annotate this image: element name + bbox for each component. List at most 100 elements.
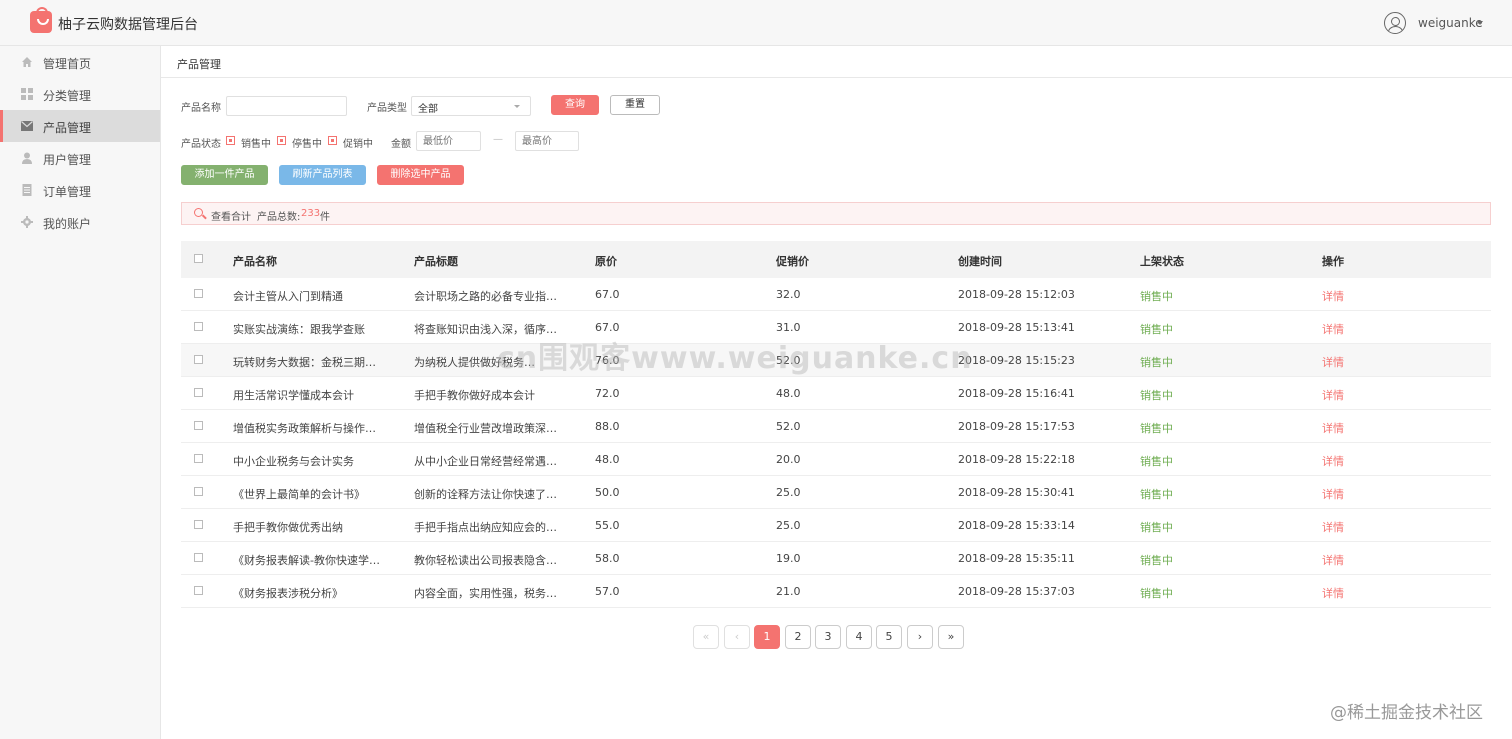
row-checkbox[interactable]	[194, 520, 203, 529]
refresh-list-button[interactable]: 刷新产品列表	[279, 165, 366, 185]
sidebar: 管理首页 分类管理 产品管理 用户管理 订单管理 我的账户	[0, 46, 161, 739]
detail-link[interactable]: 详情	[1322, 288, 1344, 304]
cell-created: 2018-09-28 15:30:41	[958, 486, 1075, 499]
row-checkbox[interactable]	[194, 553, 203, 562]
sidebar-item-label: 用户管理	[43, 153, 92, 167]
sidebar-item-orders[interactable]: 订单管理	[0, 174, 160, 206]
query-button[interactable]: 查询	[551, 95, 599, 115]
cell-title: 内容全面，实用性强，税务…	[414, 587, 557, 600]
sidebar-item-home[interactable]: 管理首页	[0, 46, 160, 78]
column-header: 产品标题	[414, 255, 458, 268]
table-row[interactable]: 手把手教你做优秀出纳 手把手指点出纳应知应会的… 55.0 25.0 2018-09-2…	[181, 509, 1491, 542]
add-product-button[interactable]: 添加一件产品	[181, 165, 268, 185]
breadcrumb: 产品管理	[161, 46, 1512, 78]
summary-bar: 查看合计 产品总数: 233 件	[181, 202, 1491, 225]
product-type-value: 全部	[418, 104, 438, 115]
table-row[interactable]: 《财务报表解读-教你快速学… 教你轻松读出公司报表隐含… 58.0 19.0 2018-…	[181, 542, 1491, 575]
summary-total-prefix: 产品总数:	[257, 212, 301, 223]
last-page-button[interactable]: »	[938, 625, 964, 649]
page-2-button[interactable]: 2	[785, 625, 811, 649]
select-all-checkbox[interactable]	[194, 254, 203, 263]
detail-link[interactable]: 详情	[1322, 585, 1344, 601]
cell-name: 《世界上最简单的会计书》	[233, 488, 365, 501]
row-checkbox[interactable]	[194, 586, 203, 595]
row-checkbox[interactable]	[194, 355, 203, 364]
cell-status: 销售中	[1140, 389, 1173, 402]
cell-price: 48.0	[595, 453, 620, 466]
cell-status: 销售中	[1140, 290, 1173, 303]
cell-price: 58.0	[595, 552, 620, 565]
max-price-input[interactable]	[515, 131, 579, 151]
page-5-button[interactable]: 5	[876, 625, 902, 649]
cell-title: 手把手指点出纳应知应会的…	[414, 521, 557, 534]
row-checkbox[interactable]	[194, 388, 203, 397]
reset-button[interactable]: 重置	[610, 95, 660, 115]
product-name-input[interactable]	[226, 96, 347, 116]
summary-label: 查看合计	[211, 212, 251, 223]
cell-created: 2018-09-28 15:15:23	[958, 354, 1075, 367]
cell-promo: 25.0	[776, 519, 801, 532]
summary-total-unit: 件	[320, 212, 330, 223]
delete-selected-button[interactable]: 删除选中产品	[377, 165, 464, 185]
table-row[interactable]: 《世界上最简单的会计书》 创新的诠释方法让你快速了… 50.0 25.0 2018-09…	[181, 476, 1491, 509]
cell-promo: 32.0	[776, 288, 801, 301]
home-icon	[22, 57, 32, 67]
detail-link[interactable]: 详情	[1322, 552, 1344, 568]
summary-total-count: 233	[301, 208, 321, 219]
detail-link[interactable]: 详情	[1322, 321, 1344, 337]
detail-link[interactable]: 详情	[1322, 420, 1344, 436]
status-promo-checkbox[interactable]	[328, 136, 337, 145]
detail-link[interactable]: 详情	[1322, 519, 1344, 535]
detail-link[interactable]: 详情	[1322, 486, 1344, 502]
sidebar-item-account[interactable]: 我的账户	[0, 206, 160, 238]
sidebar-item-label: 分类管理	[43, 89, 92, 103]
column-header: 操作	[1322, 255, 1344, 268]
gear-icon	[21, 216, 33, 228]
detail-link[interactable]: 详情	[1322, 354, 1344, 370]
status-on-sale-checkbox[interactable]	[226, 136, 235, 145]
page-3-button[interactable]: 3	[815, 625, 841, 649]
status-promo-label: 促销中	[343, 139, 373, 150]
next-page-button[interactable]: ›	[907, 625, 933, 649]
column-header: 产品名称	[233, 255, 277, 268]
cell-price: 72.0	[595, 387, 620, 400]
cell-name: 《财务报表解读-教你快速学…	[233, 554, 380, 567]
sidebar-item-products[interactable]: 产品管理	[0, 110, 160, 142]
detail-link[interactable]: 详情	[1322, 387, 1344, 403]
product-status-label: 产品状态	[181, 139, 221, 150]
cell-status: 销售中	[1140, 587, 1173, 600]
cell-title: 手把手教你做好成本会计	[414, 389, 535, 402]
cell-promo: 20.0	[776, 453, 801, 466]
page-4-button[interactable]: 4	[846, 625, 872, 649]
cell-price: 67.0	[595, 288, 620, 301]
row-checkbox[interactable]	[194, 454, 203, 463]
table-row[interactable]: 《财务报表涉税分析》 内容全面，实用性强，税务… 57.0 21.0 2018-09-2…	[181, 575, 1491, 608]
table-row[interactable]: 增值税实务政策解析与操作… 增值税全行业营改增政策深… 88.0 52.0 2018-0…	[181, 410, 1491, 443]
sidebar-item-users[interactable]: 用户管理	[0, 142, 160, 174]
first-page-button[interactable]: «	[693, 625, 719, 649]
table-row[interactable]: 会计主管从入门到精通 会计职场之路的必备专业指… 67.0 32.0 2018-09-2…	[181, 278, 1491, 311]
username-dropdown[interactable]: weiguanke	[1418, 16, 1483, 30]
cell-created: 2018-09-28 15:35:11	[958, 552, 1075, 565]
table-row[interactable]: 用生活常识学懂成本会计 手把手教你做好成本会计 72.0 48.0 2018-09-28…	[181, 377, 1491, 410]
caret-down-icon[interactable]	[1477, 21, 1483, 25]
table-row[interactable]: 中小企业税务与会计实务 从中小企业日常经营经常遇… 48.0 20.0 2018-09-…	[181, 443, 1491, 476]
cell-status: 销售中	[1140, 554, 1173, 567]
cell-price: 88.0	[595, 420, 620, 433]
column-header: 原价	[595, 255, 617, 268]
sidebar-item-category[interactable]: 分类管理	[0, 78, 160, 110]
cell-title: 从中小企业日常经营经常遇…	[414, 455, 557, 468]
row-checkbox[interactable]	[194, 322, 203, 331]
detail-link[interactable]: 详情	[1322, 453, 1344, 469]
cell-name: 用生活常识学懂成本会计	[233, 389, 354, 402]
row-checkbox[interactable]	[194, 487, 203, 496]
status-off-sale-checkbox[interactable]	[277, 136, 286, 145]
user-avatar-icon[interactable]	[1384, 12, 1406, 34]
product-type-select[interactable]: 全部	[411, 96, 531, 116]
page-1-button[interactable]: 1	[754, 625, 780, 649]
row-checkbox[interactable]	[194, 421, 203, 430]
product-type-label: 产品类型	[367, 103, 407, 114]
prev-page-button[interactable]: ‹	[724, 625, 750, 649]
row-checkbox[interactable]	[194, 289, 203, 298]
min-price-input[interactable]	[416, 131, 481, 151]
